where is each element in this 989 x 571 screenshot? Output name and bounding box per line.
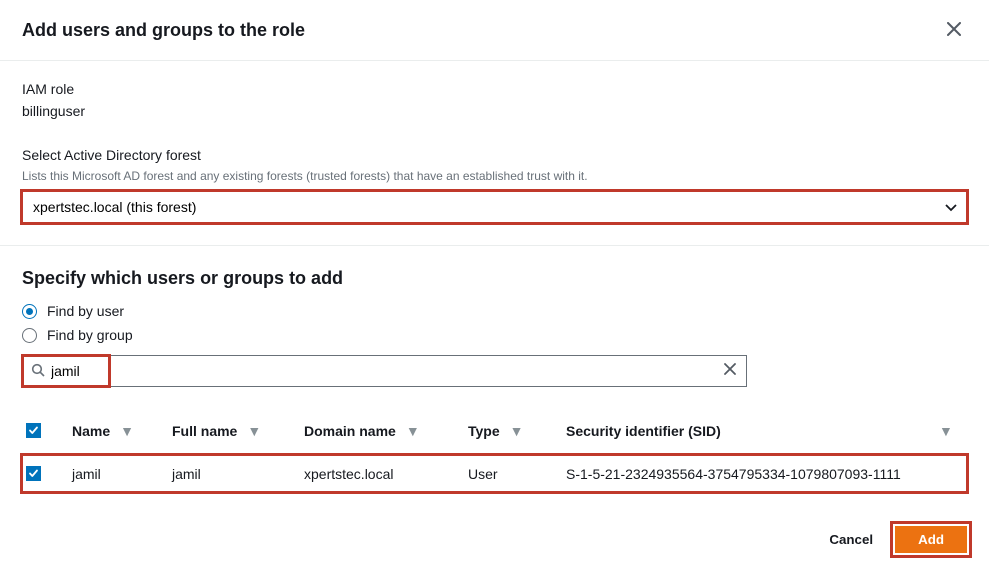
col-header-type[interactable]: Type▼ bbox=[468, 423, 524, 439]
clear-search-button[interactable] bbox=[722, 362, 738, 380]
search-input[interactable] bbox=[51, 363, 722, 379]
cell-fullname: jamil bbox=[172, 466, 304, 482]
forest-select-value: xpertstec.local (this forest) bbox=[33, 199, 196, 215]
cell-type: User bbox=[468, 466, 566, 482]
cell-name: jamil bbox=[72, 466, 172, 482]
cancel-button[interactable]: Cancel bbox=[821, 526, 881, 553]
table-row[interactable]: jamil jamil xpertstec.local User S-1-5-2… bbox=[22, 455, 967, 492]
col-header-domain[interactable]: Domain name▼ bbox=[304, 423, 420, 439]
specify-title: Specify which users or groups to add bbox=[22, 268, 967, 289]
radio-find-by-user[interactable] bbox=[22, 304, 37, 319]
search-field[interactable] bbox=[22, 355, 747, 387]
modal-title: Add users and groups to the role bbox=[22, 20, 305, 41]
close-icon bbox=[724, 362, 736, 379]
forest-label: Select Active Directory forest bbox=[22, 147, 967, 163]
sort-icon: ▼ bbox=[939, 423, 953, 439]
add-button[interactable]: Add bbox=[895, 526, 967, 553]
radio-find-by-group[interactable] bbox=[22, 328, 37, 343]
radio-find-by-user-label: Find by user bbox=[47, 303, 124, 319]
col-header-name[interactable]: Name▼ bbox=[72, 423, 134, 439]
sort-icon: ▼ bbox=[510, 423, 524, 439]
select-all-checkbox[interactable] bbox=[26, 423, 41, 438]
table-header-row: Name▼ Full name▼ Domain name▼ Type▼ Secu… bbox=[22, 413, 967, 449]
close-icon bbox=[947, 19, 961, 41]
sort-icon: ▼ bbox=[247, 423, 261, 439]
iam-role-label: IAM role bbox=[22, 81, 967, 97]
row-checkbox[interactable] bbox=[26, 466, 41, 481]
search-icon bbox=[31, 363, 45, 380]
forest-select[interactable]: xpertstec.local (this forest) bbox=[22, 191, 967, 223]
iam-role-value: billinguser bbox=[22, 103, 967, 119]
cell-domain: xpertstec.local bbox=[304, 466, 468, 482]
close-button[interactable] bbox=[943, 18, 965, 42]
forest-hint: Lists this Microsoft AD forest and any e… bbox=[22, 169, 967, 183]
cell-sid: S-1-5-21-2324935564-3754795334-107980709… bbox=[566, 466, 939, 482]
radio-find-by-group-label: Find by group bbox=[47, 327, 133, 343]
sort-icon: ▼ bbox=[120, 423, 134, 439]
sort-icon: ▼ bbox=[406, 423, 420, 439]
col-header-fullname[interactable]: Full name▼ bbox=[172, 423, 261, 439]
col-header-sid[interactable]: Security identifier (SID) bbox=[566, 423, 721, 439]
